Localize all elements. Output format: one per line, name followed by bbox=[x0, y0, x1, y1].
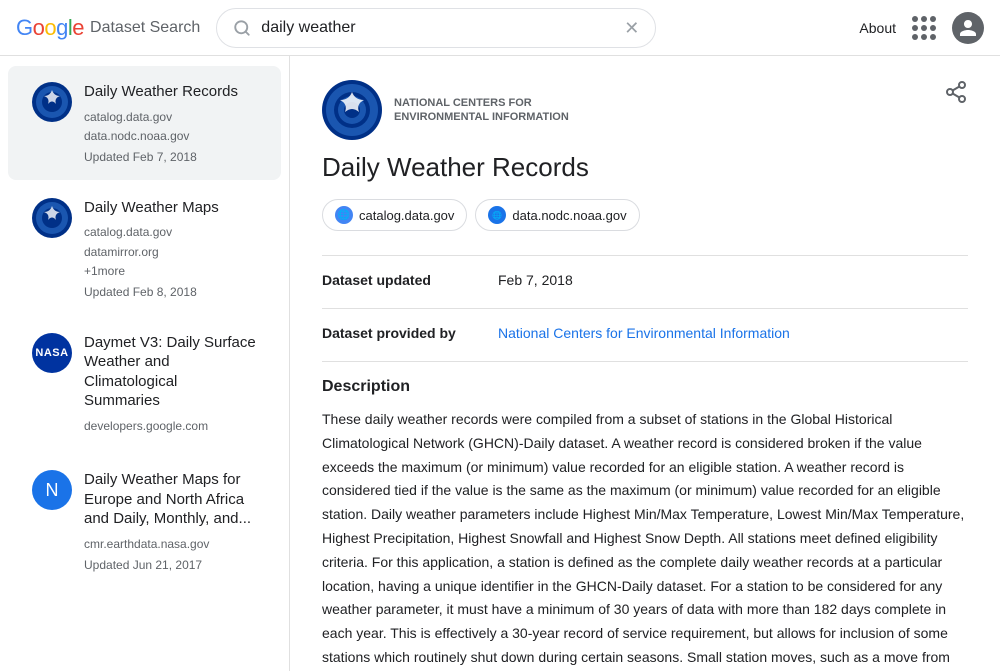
source-pills: 🌐 catalog.data.gov 🌐 data.nodc.noaa.gov bbox=[322, 199, 968, 231]
result-sources: developers.google.com bbox=[84, 417, 257, 436]
result-sources: cmr.earthdata.nasa.gov bbox=[84, 535, 257, 554]
org-name: NATIONAL CENTERS FORENVIRONMENTAL INFORM… bbox=[394, 96, 569, 125]
search-bar: ✕ bbox=[216, 8, 656, 48]
meta-link-provider[interactable]: National Centers for Environmental Infor… bbox=[498, 325, 790, 341]
search-input[interactable] bbox=[261, 19, 614, 37]
n-logo-thumbnail: N bbox=[32, 470, 72, 510]
meta-row-updated: Dataset updated Feb 7, 2018 bbox=[322, 272, 968, 288]
source-pill-2[interactable]: 🌐 data.nodc.noaa.gov bbox=[475, 199, 639, 231]
noaa-logo bbox=[322, 80, 382, 140]
avatar[interactable] bbox=[952, 12, 984, 44]
source-pill-1[interactable]: 🌐 catalog.data.gov bbox=[322, 199, 467, 231]
noaa-logo-thumbnail bbox=[32, 82, 72, 122]
list-item[interactable]: Daily Weather Maps catalog.data.gov data… bbox=[8, 182, 281, 315]
detail-panel: NATIONAL CENTERS FORENVIRONMENTAL INFORM… bbox=[290, 56, 1000, 671]
description-title: Description bbox=[322, 378, 968, 396]
description-text: These daily weather records were compile… bbox=[322, 408, 968, 671]
header-right: About bbox=[859, 12, 984, 44]
noaa-logo-thumbnail bbox=[32, 198, 72, 238]
list-item[interactable]: Daily Weather Records catalog.data.gov d… bbox=[8, 66, 281, 180]
clear-icon[interactable]: ✕ bbox=[624, 19, 639, 37]
result-title: Daily Weather Maps bbox=[84, 198, 219, 218]
detail-header: NATIONAL CENTERS FORENVIRONMENTAL INFORM… bbox=[322, 80, 968, 152]
divider-2 bbox=[322, 308, 968, 309]
result-title: Daymet V3: Daily Surface Weather and Cli… bbox=[84, 333, 257, 411]
main-layout: Daily Weather Records catalog.data.gov d… bbox=[0, 56, 1000, 671]
logo: Google Dataset Search bbox=[16, 15, 200, 41]
meta-section: Dataset updated Feb 7, 2018 bbox=[322, 272, 968, 288]
share-icon[interactable] bbox=[944, 80, 968, 104]
sidebar: Daily Weather Records catalog.data.gov d… bbox=[0, 56, 290, 671]
result-title: Daily Weather Records bbox=[84, 82, 238, 102]
org-logo-row: NATIONAL CENTERS FORENVIRONMENTAL INFORM… bbox=[322, 80, 569, 140]
meta-section-provider: Dataset provided by National Centers for… bbox=[322, 325, 968, 341]
meta-value-updated: Feb 7, 2018 bbox=[498, 272, 573, 288]
detail-title: Daily Weather Records bbox=[322, 152, 968, 183]
result-sources: catalog.data.gov data.nodc.noaa.gov bbox=[84, 108, 238, 146]
dataset-search-label: Dataset Search bbox=[90, 19, 200, 37]
list-item[interactable]: N Daily Weather Maps for Europe and Nort… bbox=[8, 454, 281, 588]
description-section: Description These daily weather records … bbox=[322, 378, 968, 671]
result-sources: catalog.data.gov datamirror.org +1more bbox=[84, 223, 219, 281]
globe-icon-1: 🌐 bbox=[335, 206, 353, 224]
nasa-logo-thumbnail: NASA bbox=[32, 333, 72, 373]
search-icon bbox=[233, 19, 251, 37]
divider-3 bbox=[322, 361, 968, 362]
about-link[interactable]: About bbox=[859, 20, 896, 36]
meta-label-provider: Dataset provided by bbox=[322, 325, 482, 341]
globe-icon-2: 🌐 bbox=[488, 206, 506, 224]
header: Google Dataset Search ✕ About bbox=[0, 0, 1000, 56]
result-title: Daily Weather Maps for Europe and North … bbox=[84, 470, 257, 529]
meta-row-provider: Dataset provided by National Centers for… bbox=[322, 325, 968, 341]
result-date: Updated Feb 7, 2018 bbox=[84, 150, 238, 164]
source-label-1: catalog.data.gov bbox=[359, 208, 454, 223]
google-wordmark: Google bbox=[16, 15, 84, 41]
result-date: Updated Feb 8, 2018 bbox=[84, 285, 219, 299]
source-label-2: data.nodc.noaa.gov bbox=[512, 208, 626, 223]
result-date: Updated Jun 21, 2017 bbox=[84, 558, 257, 572]
divider-1 bbox=[322, 255, 968, 256]
apps-icon[interactable] bbox=[912, 16, 936, 40]
meta-label-updated: Dataset updated bbox=[322, 272, 482, 288]
list-item[interactable]: NASA Daymet V3: Daily Surface Weather an… bbox=[8, 317, 281, 452]
